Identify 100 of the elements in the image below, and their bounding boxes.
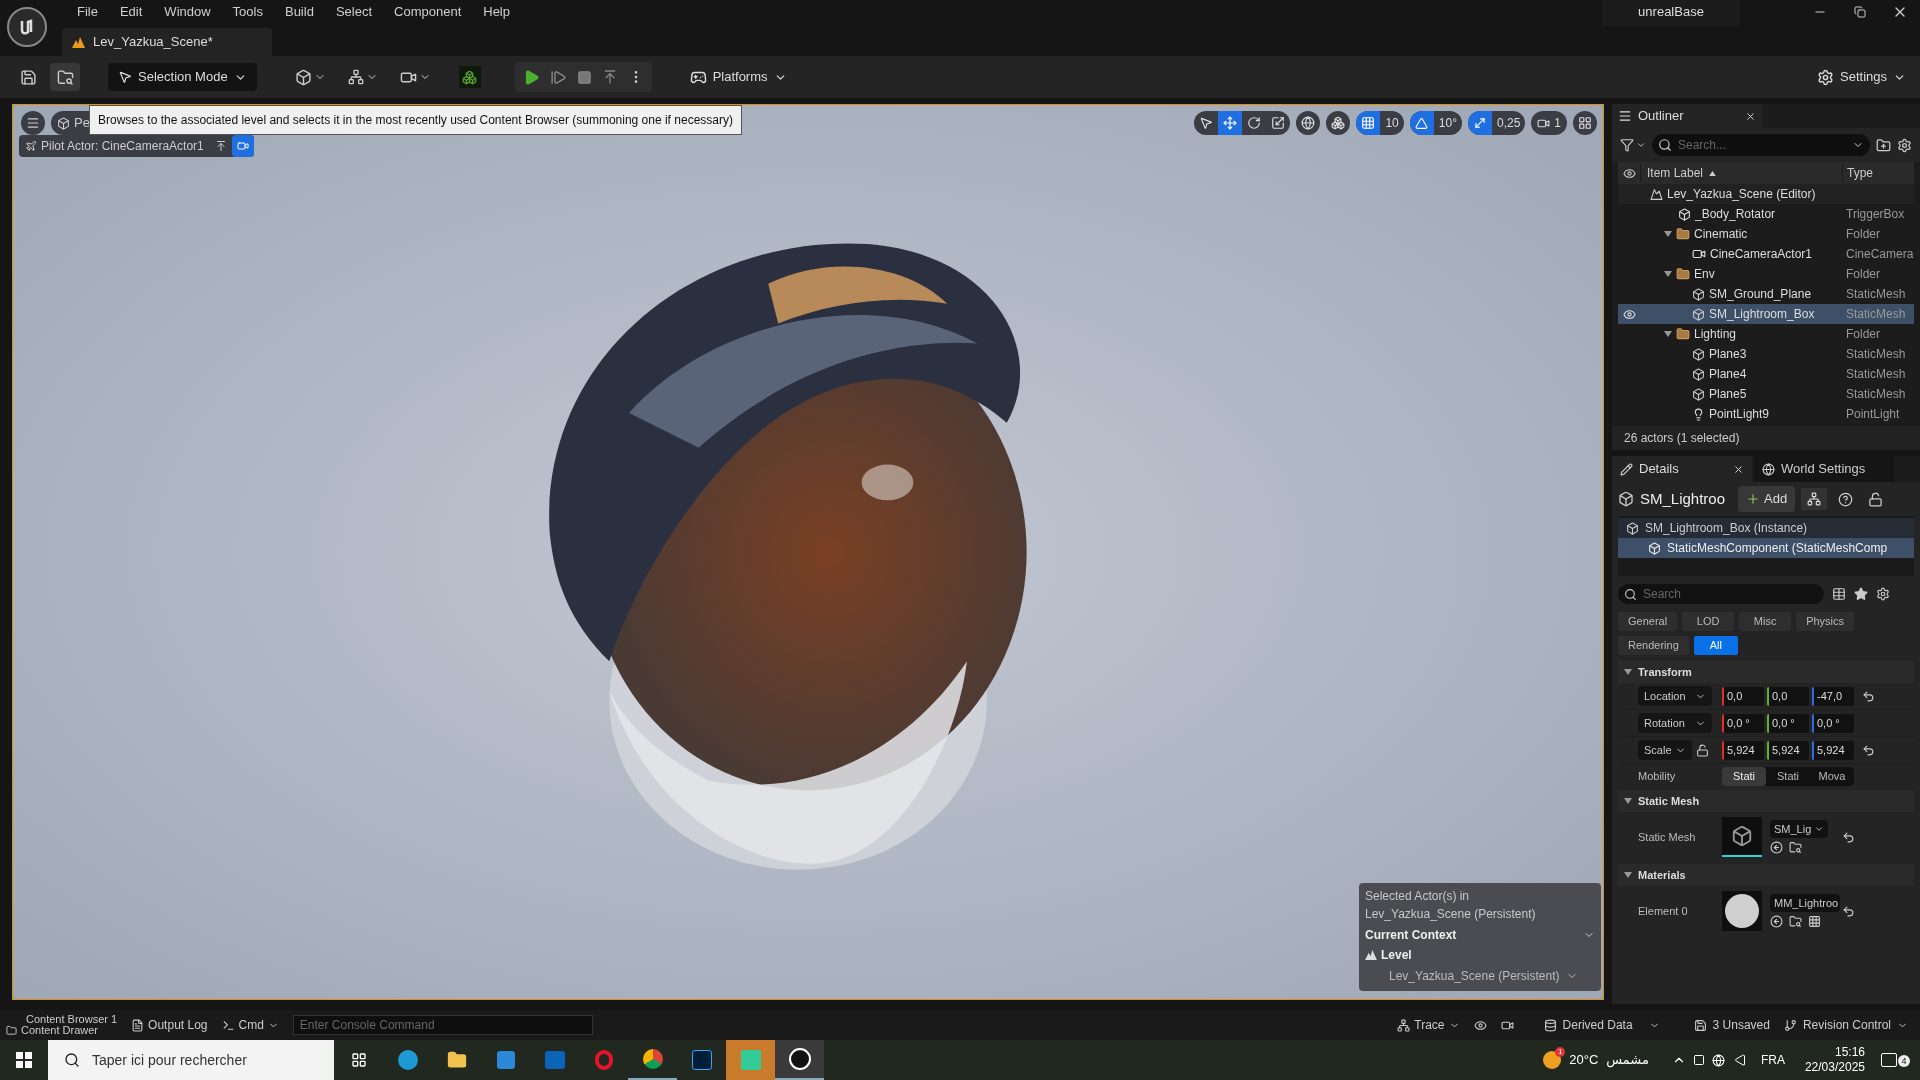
move-tool-icon[interactable] <box>1218 111 1243 135</box>
menu-item[interactable]: Help <box>472 2 521 22</box>
browse-icon[interactable] <box>1789 841 1802 854</box>
settings-icon[interactable] <box>1897 137 1912 153</box>
level-tab[interactable]: Lev_Yazkua_Scene* <box>62 28 272 56</box>
outliner-row[interactable]: Env Folder <box>1618 264 1914 284</box>
cmd-dropdown[interactable]: Cmd <box>221 1016 279 1034</box>
filter-tab[interactable]: General <box>1618 612 1678 631</box>
component-row[interactable]: StaticMeshComponent (StaticMeshComp <box>1618 538 1914 558</box>
settings-icon[interactable] <box>1876 587 1890 601</box>
transform-mode-dropdown[interactable]: Location <box>1638 686 1712 706</box>
step-icon[interactable] <box>549 68 567 86</box>
outliner-row[interactable]: _Body_Rotator TriggerBox <box>1618 204 1914 224</box>
menu-item[interactable]: Component <box>383 2 473 22</box>
column-header[interactable]: Item Label <box>1640 164 1842 182</box>
component-row[interactable]: SM_Lightroom_Box (Instance) <box>1618 518 1914 538</box>
number-field[interactable]: 0,0 ° <box>1812 713 1854 733</box>
collapse-arrow-icon[interactable] <box>1624 669 1632 675</box>
expand-arrow-icon[interactable] <box>1664 331 1672 337</box>
checker-icon[interactable] <box>1808 915 1821 928</box>
expand-arrow-icon[interactable] <box>1664 271 1672 277</box>
number-field[interactable]: 0,0 ° <box>1767 713 1809 733</box>
number-field[interactable]: 0,0 ° <box>1722 713 1764 733</box>
number-field[interactable]: 5,924 <box>1812 740 1854 760</box>
asset-dropdown[interactable]: SM_Lig <box>1770 820 1828 838</box>
menu-item[interactable]: Tools <box>221 2 274 22</box>
section-header[interactable]: Materials <box>1638 866 1686 884</box>
output-log-button[interactable]: Output Log <box>131 1016 208 1034</box>
content-drawer-button[interactable]: Content Drawer <box>6 1025 118 1036</box>
column-header[interactable]: Type <box>1842 164 1914 182</box>
expand-arrow-icon[interactable] <box>1664 231 1672 237</box>
reset-icon[interactable] <box>1842 904 1855 918</box>
close-icon[interactable] <box>1745 110 1756 122</box>
section-header[interactable]: Transform <box>1638 663 1692 681</box>
menu-item[interactable]: Select <box>324 2 384 22</box>
menu-item[interactable]: Edit <box>108 2 154 22</box>
details-search-field[interactable]: Search <box>1643 585 1818 603</box>
number-field[interactable]: 5,924 <box>1722 740 1764 760</box>
number-field[interactable]: 0,0 <box>1722 686 1764 706</box>
temperature[interactable]: 20°C <box>1569 1050 1599 1070</box>
weather-icon[interactable] <box>1543 1051 1562 1069</box>
trace-menu[interactable]: Trace <box>1397 1016 1460 1034</box>
language-indicator[interactable]: FRA <box>1760 1051 1785 1069</box>
derived-data-menu[interactable]: Derived Data <box>1543 1016 1660 1034</box>
panel-tab[interactable]: World Settings <box>1754 456 1894 482</box>
add-actor-icon[interactable] <box>294 68 326 86</box>
outliner-search-box[interactable]: Search... <box>1652 134 1870 156</box>
filter-icon[interactable] <box>1620 138 1646 152</box>
collapse-arrow-icon[interactable] <box>1624 872 1632 878</box>
taskbar-search-field[interactable]: Taper ici pour rechercher <box>92 1049 318 1071</box>
outliner-row[interactable]: Lev_Yazkua_Scene (Editor) <box>1618 184 1914 204</box>
table-icon[interactable] <box>1832 587 1846 601</box>
camera-icon[interactable] <box>231 135 254 157</box>
collapse-arrow-icon[interactable] <box>1624 798 1632 804</box>
filter-tab[interactable]: Physics <box>1796 612 1855 631</box>
grid-snap-icon[interactable] <box>1356 111 1381 135</box>
number-field[interactable]: 5,924 <box>1767 740 1809 760</box>
use-selected-icon[interactable] <box>1770 915 1783 928</box>
platforms-menu[interactable]: Platforms <box>689 67 787 87</box>
clock-date[interactable]: 22/03/2025 <box>1804 1060 1865 1075</box>
filter-tab[interactable]: All <box>1693 636 1738 655</box>
browse-level-icon[interactable] <box>50 63 80 91</box>
lock-icon[interactable] <box>1696 743 1709 757</box>
panel-tab[interactable]: Details <box>1612 456 1752 482</box>
close-icon[interactable] <box>1733 463 1744 475</box>
menu-item[interactable]: Build <box>273 2 325 22</box>
outliner-row[interactable]: PointLight9 PointLight <box>1618 404 1914 424</box>
unsaved-button[interactable]: 3 Unsaved <box>1693 1016 1770 1034</box>
clock-time[interactable]: 15:16 <box>1834 1045 1865 1060</box>
selection-mode-dropdown[interactable]: Selection Mode <box>108 63 257 91</box>
filter-tab[interactable]: Misc <box>1739 612 1792 631</box>
star-icon[interactable] <box>1854 587 1868 601</box>
details-search-box[interactable]: Search <box>1618 584 1824 604</box>
browse-icon[interactable] <box>1789 915 1802 928</box>
outliner-tab[interactable]: Outliner <box>1612 104 1762 128</box>
content-browser-tab[interactable]: Content Browser 1 <box>6 1014 118 1025</box>
reset-icon[interactable] <box>1862 743 1875 757</box>
taskbar-search-box[interactable]: Taper ici pour rechercher <box>48 1040 334 1080</box>
mobility-option[interactable]: Stati <box>1722 766 1766 786</box>
hierarchy-icon[interactable] <box>1801 488 1828 510</box>
stop-icon[interactable] <box>576 69 592 85</box>
outliner-row[interactable]: SM_Lightroom_Box StaticMesh <box>1618 304 1914 324</box>
number-field[interactable]: -47,0 <box>1812 686 1854 706</box>
transform-mode-dropdown[interactable]: Rotation <box>1638 713 1712 733</box>
filter-tab[interactable]: LOD <box>1682 612 1735 631</box>
outliner-row[interactable]: Plane5 StaticMesh <box>1618 384 1914 404</box>
mobility-option[interactable]: Stati <box>1766 766 1810 786</box>
add-button[interactable]: Add <box>1738 486 1796 512</box>
level-dropdown[interactable]: Lev_Yazkua_Scene (Persistent) <box>1365 965 1595 987</box>
outliner-row[interactable]: Cinematic Folder <box>1618 224 1914 244</box>
weather-text[interactable]: مشمس <box>1606 1050 1649 1070</box>
asset-dropdown[interactable]: MM_Lightroo <box>1770 894 1840 912</box>
mesh-thumbnail[interactable] <box>1722 817 1762 857</box>
outliner-row[interactable]: Plane4 StaticMesh <box>1618 364 1914 384</box>
menu-item[interactable]: Window <box>153 2 222 22</box>
outliner-row[interactable]: CineCameraActor1 CineCamera <box>1618 244 1914 264</box>
reset-icon[interactable] <box>1842 830 1855 844</box>
use-selected-icon[interactable] <box>1770 841 1783 854</box>
menu-item[interactable]: File <box>66 2 109 22</box>
transform-mode-dropdown[interactable]: Scale <box>1638 740 1692 760</box>
